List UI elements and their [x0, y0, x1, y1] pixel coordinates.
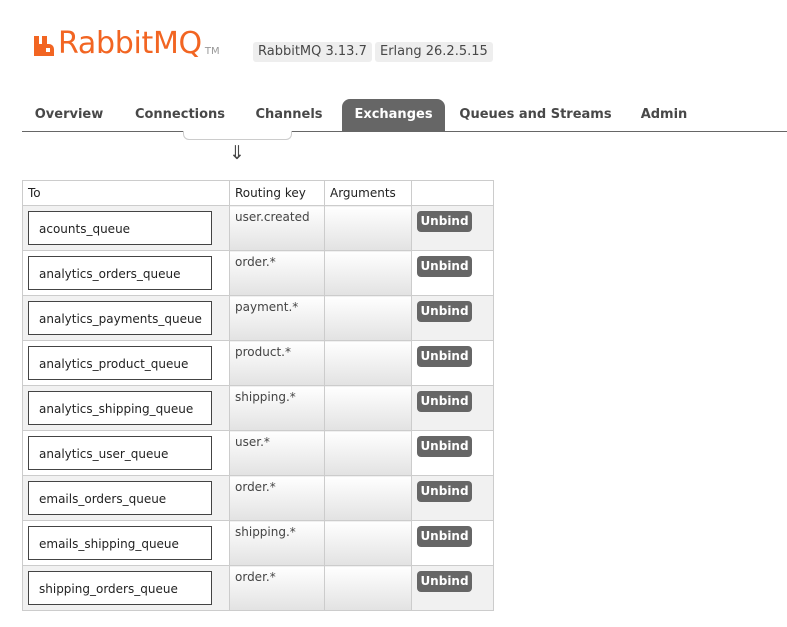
to-cell: analytics_product_queue — [22, 340, 230, 386]
arguments-cell — [324, 520, 412, 566]
header-actions — [411, 180, 494, 206]
action-cell: Unbind — [411, 475, 494, 521]
queue-link[interactable]: analytics_orders_queue — [28, 256, 212, 290]
table-header-row: To Routing key Arguments — [22, 180, 494, 206]
unbind-button[interactable]: Unbind — [417, 346, 472, 367]
binding-source-box — [183, 131, 292, 140]
arguments-cell — [324, 295, 412, 341]
queue-link[interactable]: analytics_user_queue — [28, 436, 212, 470]
unbind-button[interactable]: Unbind — [417, 211, 472, 232]
unbind-button[interactable]: Unbind — [417, 391, 472, 412]
routing-key: user.* — [235, 435, 270, 449]
routing-key: user.created — [235, 210, 310, 224]
action-cell: Unbind — [411, 430, 494, 476]
to-cell: analytics_shipping_queue — [22, 385, 230, 431]
arguments-cell — [324, 565, 412, 611]
arguments-cell — [324, 205, 412, 251]
table-row: analytics_shipping_queue shipping.* Unbind — [22, 385, 494, 431]
tab-overview[interactable]: Overview — [22, 99, 116, 131]
routing-key-cell: order.* — [229, 565, 325, 611]
rabbitmq-version-badge: RabbitMQ 3.13.7 — [253, 42, 372, 62]
routing-key: order.* — [235, 480, 276, 494]
arguments-cell — [324, 475, 412, 521]
unbind-button[interactable]: Unbind — [417, 436, 472, 457]
action-cell: Unbind — [411, 295, 494, 341]
unbind-button[interactable]: Unbind — [417, 481, 472, 502]
routing-key-cell: shipping.* — [229, 385, 325, 431]
action-cell: Unbind — [411, 205, 494, 251]
erlang-version-badge: Erlang 26.2.5.15 — [375, 42, 493, 62]
header-to: To — [22, 180, 230, 206]
table-row: analytics_payments_queue payment.* Unbind — [22, 295, 494, 341]
table-row: acounts_queue user.created Unbind — [22, 205, 494, 251]
routing-key-cell: user.* — [229, 430, 325, 476]
to-cell: shipping_orders_queue — [22, 565, 230, 611]
routing-key-cell: payment.* — [229, 295, 325, 341]
routing-key-cell: order.* — [229, 475, 325, 521]
action-cell: Unbind — [411, 520, 494, 566]
table-row: analytics_orders_queue order.* Unbind — [22, 250, 494, 296]
to-cell: acounts_queue — [22, 205, 230, 251]
queue-link[interactable]: acounts_queue — [28, 211, 212, 245]
routing-key-cell: product.* — [229, 340, 325, 386]
routing-key: order.* — [235, 570, 276, 584]
queue-link[interactable]: analytics_product_queue — [28, 346, 212, 380]
queue-link[interactable]: shipping_orders_queue — [28, 571, 212, 605]
to-cell: emails_orders_queue — [22, 475, 230, 521]
table-row: emails_shipping_queue shipping.* Unbind — [22, 520, 494, 566]
routing-key: order.* — [235, 255, 276, 269]
tab-channels[interactable]: Channels — [248, 99, 330, 131]
tab-exchanges[interactable]: Exchanges — [342, 99, 445, 131]
action-cell: Unbind — [411, 340, 494, 386]
to-cell: analytics_payments_queue — [22, 295, 230, 341]
arguments-cell — [324, 430, 412, 476]
rabbitmq-logo[interactable]: RabbitMQ TM — [32, 24, 220, 64]
table-row: analytics_product_queue product.* Unbind — [22, 340, 494, 386]
routing-key-cell: order.* — [229, 250, 325, 296]
tab-connections[interactable]: Connections — [122, 99, 238, 131]
main-nav-tabs: Overview Connections Channels Exchanges … — [22, 99, 787, 132]
queue-link[interactable]: emails_orders_queue — [28, 481, 212, 515]
unbind-button[interactable]: Unbind — [417, 301, 472, 322]
routing-key: product.* — [235, 345, 291, 359]
queue-link[interactable]: emails_shipping_queue — [28, 526, 212, 560]
header-arguments: Arguments — [324, 180, 412, 206]
unbind-button[interactable]: Unbind — [417, 571, 472, 592]
table-row: emails_orders_queue order.* Unbind — [22, 475, 494, 521]
tab-admin[interactable]: Admin — [628, 99, 700, 131]
routing-key: shipping.* — [235, 390, 296, 404]
to-cell: emails_shipping_queue — [22, 520, 230, 566]
logo-text: RabbitMQ — [58, 26, 202, 61]
action-cell: Unbind — [411, 565, 494, 611]
routing-key: payment.* — [235, 300, 299, 314]
table-row: shipping_orders_queue order.* Unbind — [22, 565, 494, 611]
arguments-cell — [324, 250, 412, 296]
arguments-cell — [324, 340, 412, 386]
routing-key-cell: shipping.* — [229, 520, 325, 566]
arguments-cell — [324, 385, 412, 431]
unbind-button[interactable]: Unbind — [417, 256, 472, 277]
table-row: analytics_user_queue user.* Unbind — [22, 430, 494, 476]
action-cell: Unbind — [411, 385, 494, 431]
logo-trademark: TM — [204, 45, 220, 57]
queue-link[interactable]: analytics_payments_queue — [28, 301, 212, 335]
header-routing-key: Routing key — [229, 180, 325, 206]
bindings-table: To Routing key Arguments acounts_queueus… — [22, 180, 494, 611]
routing-key: shipping.* — [235, 525, 296, 539]
rabbit-logo-icon — [34, 36, 54, 56]
to-cell: analytics_user_queue — [22, 430, 230, 476]
to-cell: analytics_orders_queue — [22, 250, 230, 296]
action-cell: Unbind — [411, 250, 494, 296]
unbind-button[interactable]: Unbind — [417, 526, 472, 547]
tab-queues-and-streams[interactable]: Queues and Streams — [457, 99, 614, 131]
queue-link[interactable]: analytics_shipping_queue — [28, 391, 212, 425]
routing-key-cell: user.created — [229, 205, 325, 251]
arrow-down-icon: ⇓ — [229, 142, 245, 164]
